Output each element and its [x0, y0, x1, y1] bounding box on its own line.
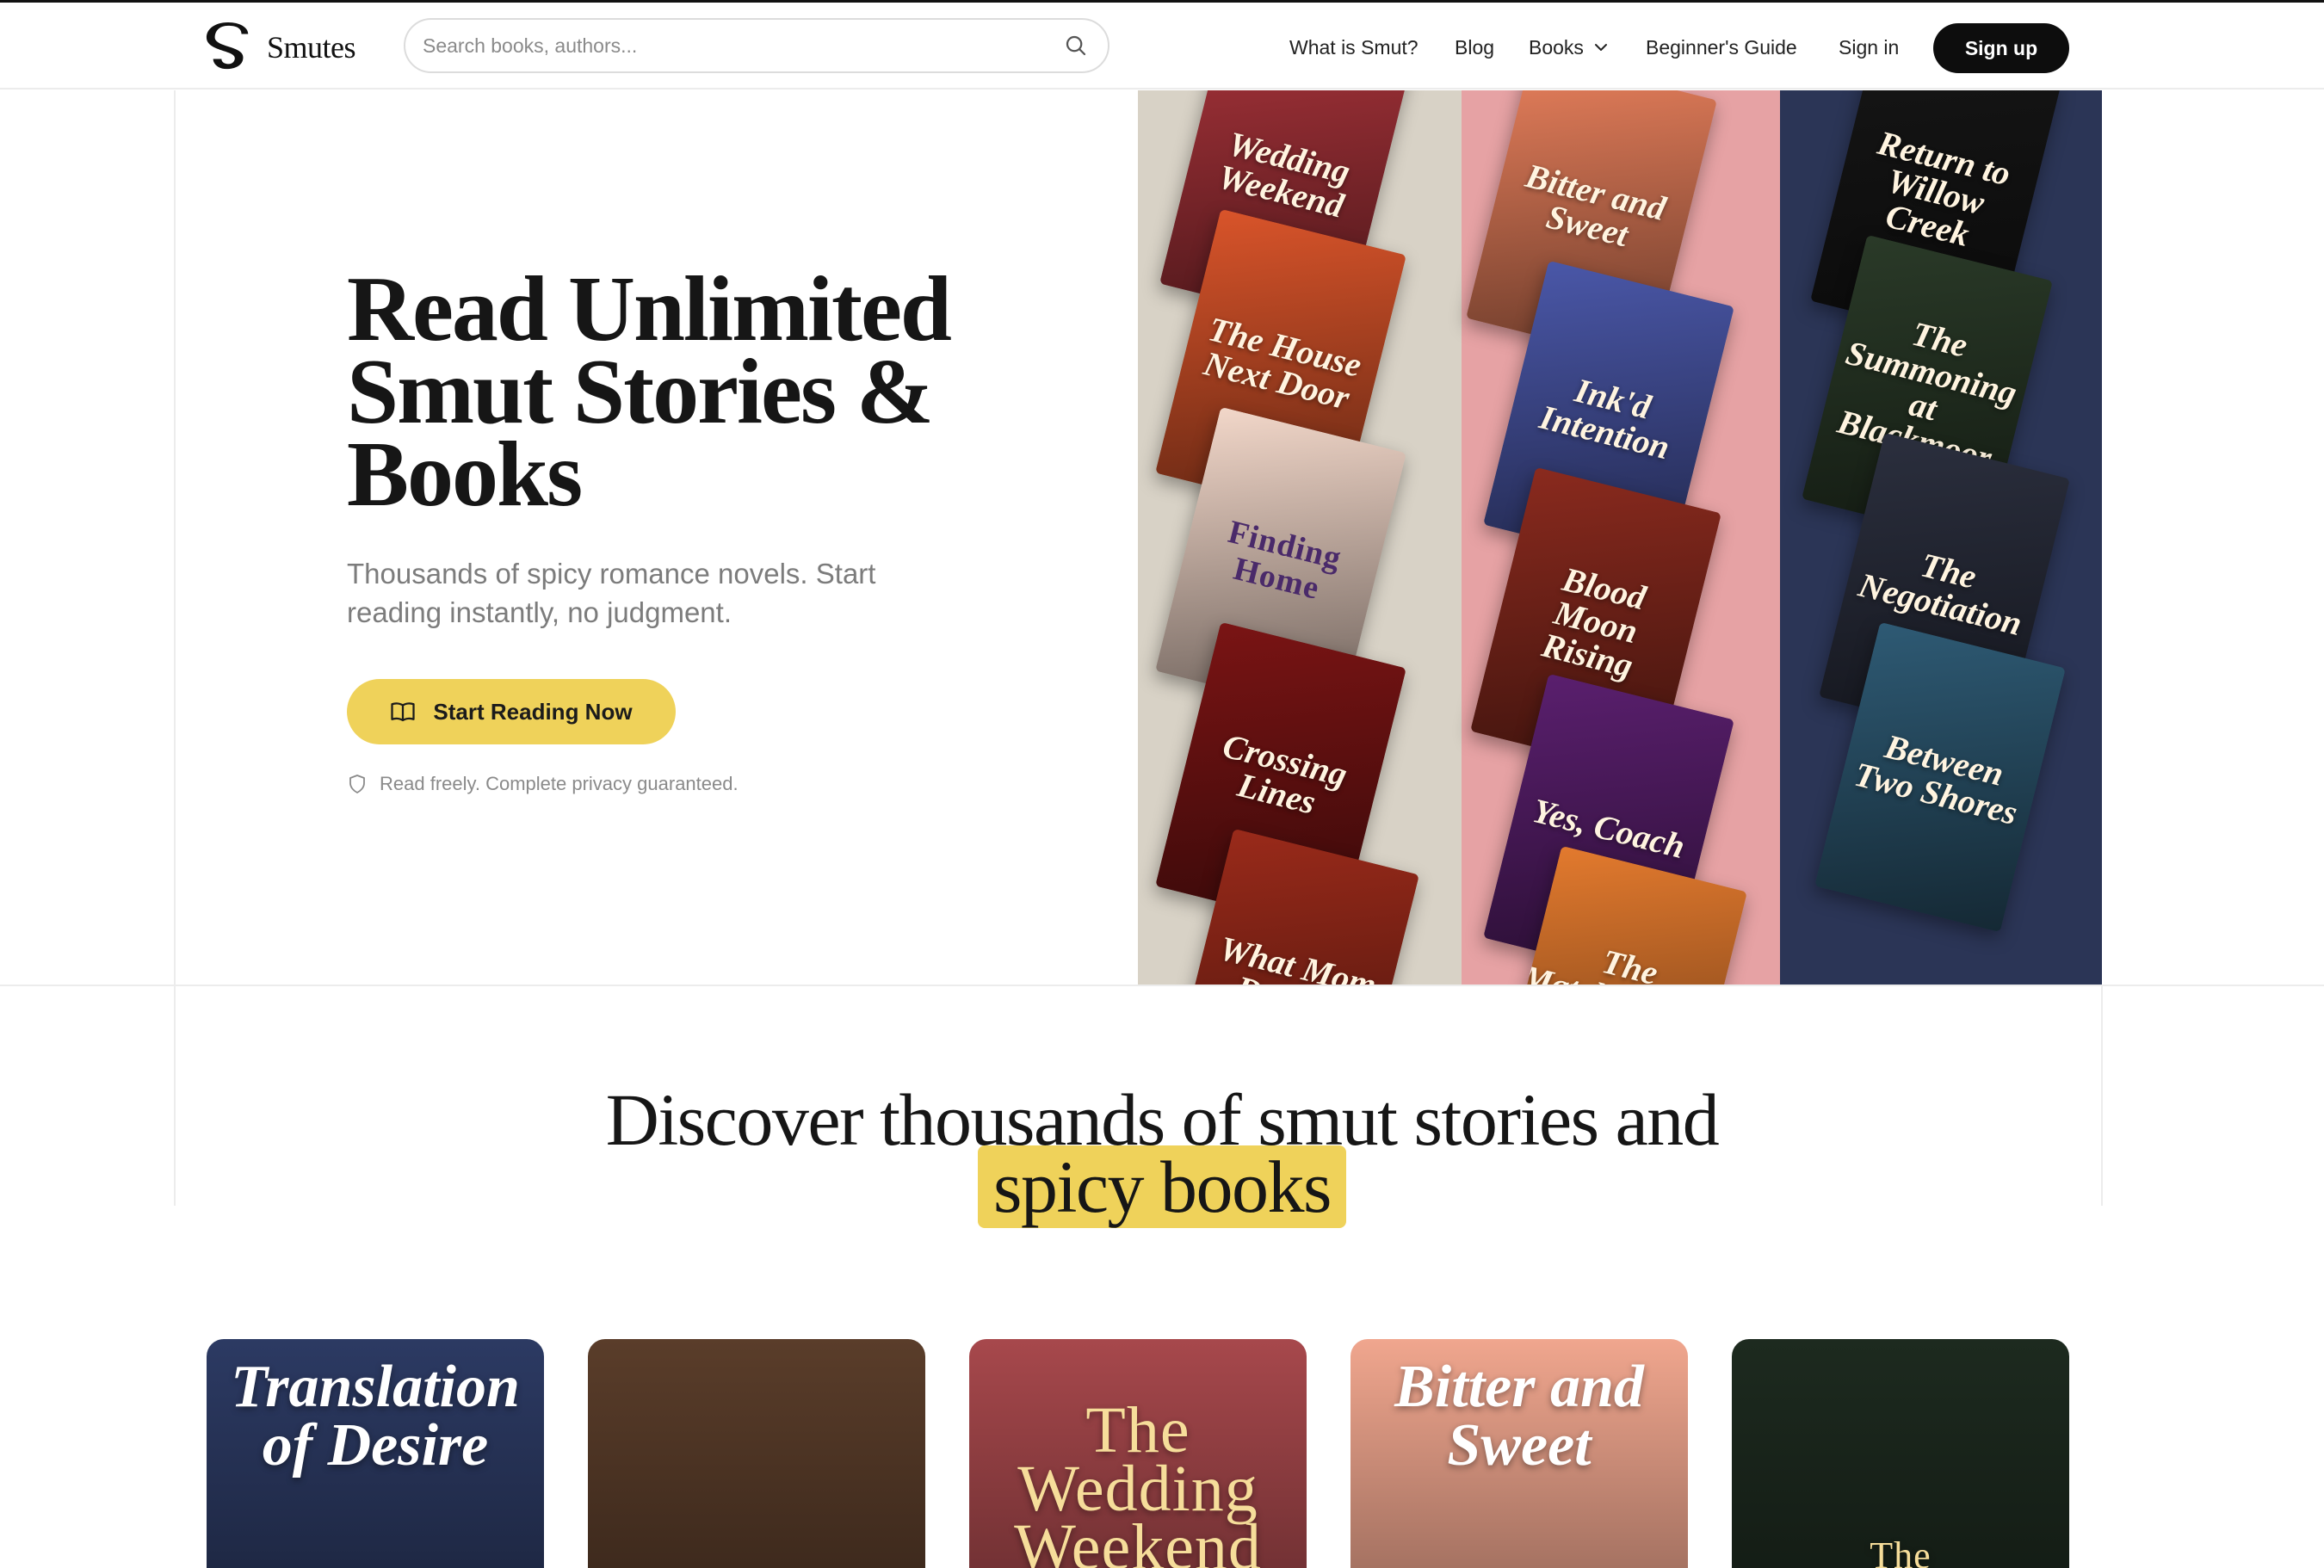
nav-sign-in[interactable]: Sign in	[1839, 23, 1899, 71]
start-reading-label: Start Reading Now	[433, 698, 633, 725]
privacy-text: Read freely. Complete privacy guaranteed…	[380, 773, 739, 794]
nav-what-is-smut[interactable]: What is Smut?	[1289, 23, 1419, 71]
collage-book-title: Wedding Weekend	[1214, 123, 1355, 225]
book-card[interactable]: The	[1732, 1339, 2069, 1568]
sign-up-button[interactable]: Sign up	[1933, 23, 2069, 73]
collage-column-3: Return to Willow CreekThe Summoning at B…	[1780, 90, 2102, 985]
discover-highlight: spicy books	[978, 1145, 1346, 1228]
hero-divider	[0, 985, 2324, 986]
logo-icon	[206, 22, 249, 70]
site-header: Smutes What is Smut? Blog Books Beginner…	[0, 3, 2324, 90]
book-card-title: Bitter and Sweet	[1394, 1354, 1644, 1478]
logo[interactable]: Smutes	[205, 22, 356, 73]
discover-line-1: Discover thousands of smut stories and	[605, 1078, 1720, 1161]
shield-icon	[349, 775, 365, 793]
book-card-title: The Wedding Weekend	[1014, 1394, 1262, 1568]
collage-book-title: Bitter and Sweet	[1522, 156, 1670, 255]
chevron-down-icon	[1594, 44, 1607, 51]
collage-book-title: Return to Willow Creek	[1874, 122, 2015, 254]
book-card[interactable]: Bitter and Sweet	[1351, 1339, 1688, 1568]
nav-guide-label: Beginner's Guide	[1646, 35, 1797, 59]
collage-book-title: Finding Home	[1224, 514, 1345, 608]
search-input[interactable]	[423, 34, 1063, 58]
book-card[interactable]: The Wedding Weekend	[969, 1339, 1307, 1568]
collage-book-title: Blood Moon Rising	[1538, 559, 1650, 686]
book-open-icon	[391, 702, 416, 722]
sign-in-label: Sign in	[1839, 35, 1900, 59]
nav-beginners-guide[interactable]: Beginner's Guide	[1646, 23, 1797, 71]
collage-book-title: What Mom Doesn't	[1215, 928, 1381, 985]
collage-book-title: The Negotiation	[1855, 545, 2026, 644]
brand-name: Smutes	[267, 30, 356, 65]
book-card-title: The	[1870, 1534, 1932, 1568]
collage-column-1: Wedding Weekend The House Next Door Findin…	[1138, 90, 1462, 985]
nav-books-dropdown[interactable]: Books	[1529, 23, 1610, 71]
collage-book-title: Ink'd Intention	[1536, 370, 1674, 467]
book-card[interactable]	[588, 1339, 925, 1568]
grid-line-left	[174, 90, 176, 1206]
nav-blog-label: Blog	[1455, 35, 1495, 59]
nav-books-label: Books	[1529, 35, 1584, 59]
search-bar[interactable]	[404, 18, 1109, 73]
start-reading-button[interactable]: Start Reading Now	[347, 679, 676, 744]
book-card-title: Translation of Desire	[231, 1354, 520, 1478]
nav-blog[interactable]: Blog	[1455, 23, 1494, 71]
discover-heading: Discover thousands of smut stories and s…	[0, 1078, 2324, 1228]
book-collage: Wedding Weekend The House Next Door Findin…	[1138, 90, 2102, 985]
hero-subtitle: Thousands of spicy romance novels. Start…	[347, 558, 876, 628]
collage-column-2: Bitter and Sweet Ink'd Intention Blood Moo…	[1462, 90, 1780, 985]
book-card[interactable]: Translation of Desire	[207, 1339, 544, 1568]
hero-title: Read Unlimited Smut Stories & Books	[347, 258, 952, 526]
nav-books-wrap: Books	[1529, 36, 1610, 59]
search-icon[interactable]	[1063, 33, 1089, 59]
collage-book-title: Between Two Shores	[1851, 726, 2022, 833]
privacy-note: Read freely. Complete privacy guaranteed…	[347, 773, 739, 795]
nav-what-is-smut-label: What is Smut?	[1289, 35, 1419, 59]
collage-book-title: The House Next Door	[1200, 309, 1366, 417]
collage-book-title: Crossing Lines	[1219, 725, 1351, 822]
